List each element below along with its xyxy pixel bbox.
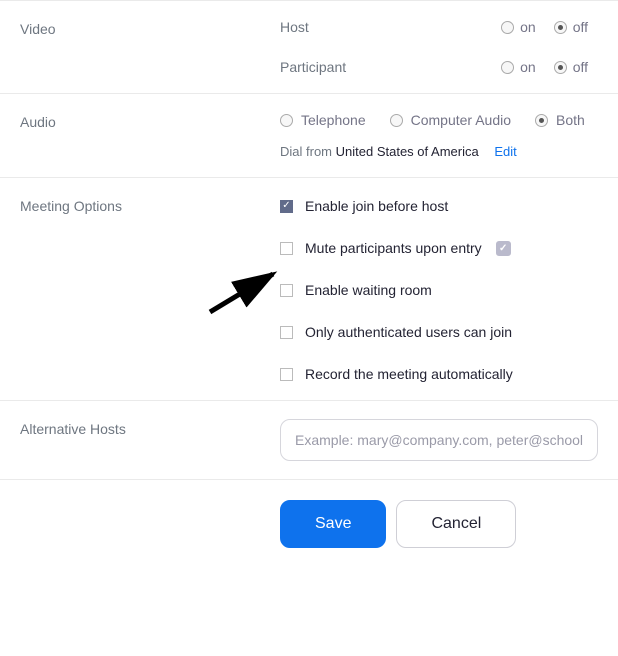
host-off-label: off — [573, 19, 588, 35]
info-icon[interactable]: ✓ — [496, 241, 511, 256]
checkbox-icon — [280, 242, 293, 255]
audio-telephone-label: Telephone — [301, 112, 366, 128]
audio-both-radio[interactable]: Both — [535, 112, 585, 128]
option-label: Enable join before host — [305, 198, 448, 214]
dial-from-row: Dial from United States of America Edit — [280, 144, 598, 159]
audio-computer-label: Computer Audio — [411, 112, 511, 128]
checkbox-icon — [280, 326, 293, 339]
radio-icon — [554, 21, 567, 34]
participant-on-label: on — [520, 59, 536, 75]
participant-off-radio[interactable]: off — [554, 59, 588, 75]
radio-icon — [535, 114, 548, 127]
host-on-label: on — [520, 19, 536, 35]
audio-both-label: Both — [556, 112, 585, 128]
dial-edit-link[interactable]: Edit — [494, 144, 516, 159]
meeting-options-body: Enable join before host Mute participant… — [280, 196, 598, 382]
option-label: Enable waiting room — [305, 282, 432, 298]
checkbox-icon — [280, 368, 293, 381]
host-off-radio[interactable]: off — [554, 19, 588, 35]
participant-label: Participant — [280, 59, 390, 75]
audio-body: Telephone Computer Audio Both Dial from … — [280, 112, 598, 159]
meeting-options-label: Meeting Options — [20, 196, 280, 382]
host-on-radio[interactable]: on — [501, 19, 536, 35]
option-label: Record the meeting automatically — [305, 366, 513, 382]
participant-off-label: off — [573, 59, 588, 75]
checkbox-icon — [280, 284, 293, 297]
radio-icon — [280, 114, 293, 127]
dial-country: United States of America — [336, 144, 479, 159]
host-label: Host — [280, 19, 390, 35]
audio-label: Audio — [20, 112, 280, 159]
dial-prefix: Dial from — [280, 144, 332, 159]
option-enable-join-before-host[interactable]: Enable join before host — [280, 198, 598, 214]
audio-radio-group: Telephone Computer Audio Both — [280, 112, 598, 128]
button-row: Save Cancel — [0, 479, 618, 568]
option-label: Only authenticated users can join — [305, 324, 512, 340]
video-body: Host on off Participant on — [280, 19, 598, 75]
video-participant-row: Participant on off — [280, 59, 598, 75]
radio-icon — [554, 61, 567, 74]
audio-computer-radio[interactable]: Computer Audio — [390, 112, 511, 128]
video-label: Video — [20, 19, 280, 75]
host-radio-group: on off — [501, 19, 588, 35]
radio-icon — [501, 21, 514, 34]
participant-radio-group: on off — [501, 59, 588, 75]
alternative-hosts-label: Alternative Hosts — [20, 419, 280, 461]
radio-icon — [390, 114, 403, 127]
checkbox-icon — [280, 200, 293, 213]
meeting-options-section: Meeting Options Enable join before host … — [0, 177, 618, 400]
alternative-hosts-input[interactable] — [280, 419, 598, 461]
option-label: Mute participants upon entry — [305, 240, 482, 256]
audio-telephone-radio[interactable]: Telephone — [280, 112, 366, 128]
alternative-hosts-body — [280, 419, 598, 461]
option-authenticated-users[interactable]: Only authenticated users can join — [280, 324, 598, 340]
audio-section: Audio Telephone Computer Audio Both Dial… — [0, 93, 618, 177]
option-mute-participants[interactable]: Mute participants upon entry ✓ — [280, 240, 598, 256]
video-host-row: Host on off — [280, 19, 598, 35]
participant-on-radio[interactable]: on — [501, 59, 536, 75]
radio-icon — [501, 61, 514, 74]
video-section: Video Host on off Participant on — [0, 0, 618, 93]
option-enable-waiting-room[interactable]: Enable waiting room — [280, 282, 598, 298]
option-record-automatically[interactable]: Record the meeting automatically — [280, 366, 598, 382]
alternative-hosts-section: Alternative Hosts — [0, 400, 618, 479]
save-button[interactable]: Save — [280, 500, 386, 548]
cancel-button[interactable]: Cancel — [396, 500, 516, 548]
